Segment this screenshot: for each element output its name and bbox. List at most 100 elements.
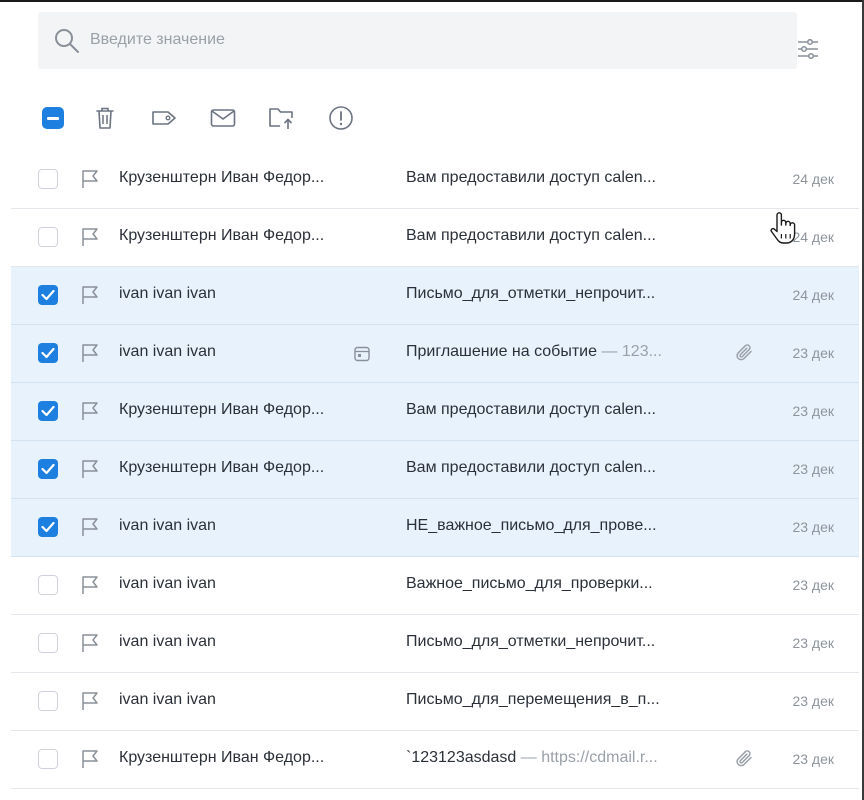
tag-icon: [152, 111, 176, 125]
checkmark-icon: [41, 405, 55, 417]
email-subject: Вам предоставили доступ calen...: [406, 169, 716, 187]
email-row[interactable]: Крузенштерн Иван Федор... `123123asdasd —…: [11, 731, 859, 789]
flag-icon[interactable]: [79, 574, 101, 596]
envelope-icon: [210, 109, 236, 127]
delete-button[interactable]: [90, 103, 120, 133]
flag-icon[interactable]: [79, 400, 101, 422]
subject-text: Приглашение на событие: [406, 343, 597, 360]
sender-name: ivan ivan ivan: [119, 633, 216, 650]
email-date: 23 дек: [792, 693, 834, 709]
search-icon: [55, 29, 79, 53]
row-checkbox[interactable]: [38, 575, 58, 595]
select-all-indeterminate-icon: [42, 107, 64, 129]
sender-name: Крузенштерн Иван Федор...: [119, 459, 325, 476]
email-list: Крузенштерн Иван Федор... Вам предоставил…: [11, 151, 859, 789]
filter-settings-icon[interactable]: [796, 39, 820, 59]
email-subject: Важное_письмо_для_проверки...: [406, 575, 716, 593]
checkmark-icon: [41, 463, 55, 475]
email-subject: Вам предоставили доступ calen...: [406, 227, 716, 245]
trash-icon: [96, 107, 114, 129]
move-to-folder-button[interactable]: [267, 103, 297, 133]
email-date: 24 дек: [792, 229, 834, 245]
email-subject: Вам предоставили доступ calen...: [406, 459, 716, 477]
subject-text: Письмо_для_отметки_непрочит...: [406, 633, 656, 650]
row-checkbox[interactable]: [38, 459, 58, 479]
row-checkbox[interactable]: [38, 401, 58, 421]
row-checkbox[interactable]: [38, 227, 58, 247]
checkmark-icon: [41, 521, 55, 533]
email-row[interactable]: ivan ivan ivan Письмо_для_отметки_непрочи…: [11, 267, 859, 325]
flag-icon[interactable]: [79, 690, 101, 712]
important-icon: [329, 106, 353, 130]
email-date: 23 дек: [792, 461, 834, 477]
search-input[interactable]: [90, 26, 690, 54]
sender-name: Крузенштерн Иван Федор...: [119, 169, 325, 186]
sender-name: ivan ivan ivan: [119, 575, 216, 592]
subject-text: Письмо_для_отметки_непрочит...: [406, 285, 656, 302]
email-subject: Вам предоставили доступ calen...: [406, 401, 716, 419]
email-row[interactable]: ivan ivan ivan Важное_письмо_для_проверки…: [11, 557, 859, 615]
row-checkbox[interactable]: [38, 285, 58, 305]
attachment-icon: [736, 750, 752, 767]
email-date: 24 дек: [792, 171, 834, 187]
flag-icon[interactable]: [79, 284, 101, 306]
email-date: 23 дек: [792, 519, 834, 535]
subject-text: Вам предоставили доступ calen...: [406, 169, 656, 186]
row-checkbox[interactable]: [38, 691, 58, 711]
flag-icon[interactable]: [79, 342, 101, 364]
email-date: 23 дек: [792, 577, 834, 593]
flag-icon[interactable]: [79, 168, 101, 190]
email-row[interactable]: ivan ivan ivan НЕ_важное_письмо_для_прове…: [11, 499, 859, 557]
email-row[interactable]: ivan ivan ivan Письмо_для_отметки_непрочи…: [11, 615, 859, 673]
sender-name: ivan ivan ivan: [119, 691, 216, 708]
row-checkbox[interactable]: [38, 633, 58, 653]
mark-important-button[interactable]: [326, 103, 356, 133]
mark-read-button[interactable]: [208, 103, 238, 133]
email-row[interactable]: ivan ivan ivan Приглашение на событие — 1…: [11, 325, 859, 383]
subject-text: Вам предоставили доступ calen...: [406, 227, 656, 244]
snippet-text: — 123...: [597, 343, 662, 360]
calendar-icon: [354, 346, 370, 362]
window-top-border: [0, 0, 864, 2]
subject-text: Важное_письмо_для_проверки...: [406, 575, 653, 592]
email-row[interactable]: Крузенштерн Иван Федор... Вам предоставил…: [11, 441, 859, 499]
subject-text: Вам предоставили доступ calen...: [406, 459, 656, 476]
subject-text: Вам предоставили доступ calen...: [406, 401, 656, 418]
flag-icon[interactable]: [79, 748, 101, 770]
sender-name: Крузенштерн Иван Федор...: [119, 749, 325, 766]
email-subject: Письмо_для_отметки_непрочит...: [406, 285, 716, 303]
sender-name: ivan ivan ivan: [119, 343, 216, 360]
email-subject: `123123asdasd — https://cdmail.r...: [406, 749, 716, 767]
email-date: 24 дек: [792, 287, 834, 303]
row-checkbox[interactable]: [38, 749, 58, 769]
sender-name: Крузенштерн Иван Федор...: [119, 227, 325, 244]
email-row[interactable]: Крузенштерн Иван Федор... Вам предоставил…: [11, 151, 859, 209]
label-button[interactable]: [149, 103, 179, 133]
row-checkbox[interactable]: [38, 169, 58, 189]
subject-text: `123123asdasd: [406, 749, 517, 766]
sender-name: Крузенштерн Иван Федор...: [119, 401, 325, 418]
email-subject: Письмо_для_перемещения_в_п...: [406, 691, 716, 709]
hand-cursor-icon: [770, 212, 796, 244]
email-date: 23 дек: [792, 345, 834, 361]
email-subject: НЕ_важное_письмо_для_прове...: [406, 517, 716, 535]
checkmark-icon: [41, 289, 55, 301]
email-date: 23 дек: [792, 635, 834, 651]
attachment-icon: [736, 344, 752, 361]
email-subject: Приглашение на событие — 123...: [406, 343, 716, 361]
sender-name: ivan ivan ivan: [119, 517, 216, 534]
row-checkbox[interactable]: [38, 343, 58, 363]
flag-icon[interactable]: [79, 632, 101, 654]
subject-text: НЕ_важное_письмо_для_прове...: [406, 517, 657, 534]
snippet-text: — https://cdmail.r...: [516, 749, 658, 766]
checkmark-icon: [41, 347, 55, 359]
flag-icon[interactable]: [79, 458, 101, 480]
flag-icon[interactable]: [79, 226, 101, 248]
email-row[interactable]: Крузенштерн Иван Федор... Вам предоставил…: [11, 383, 859, 441]
row-checkbox[interactable]: [38, 517, 58, 537]
flag-icon[interactable]: [79, 516, 101, 538]
email-date: 23 дек: [792, 751, 834, 767]
email-row[interactable]: Крузенштерн Иван Федор... Вам предоставил…: [11, 209, 859, 267]
select-all-checkbox[interactable]: [38, 103, 68, 133]
email-row[interactable]: ivan ivan ivan Письмо_для_перемещения_в_п…: [11, 673, 859, 731]
